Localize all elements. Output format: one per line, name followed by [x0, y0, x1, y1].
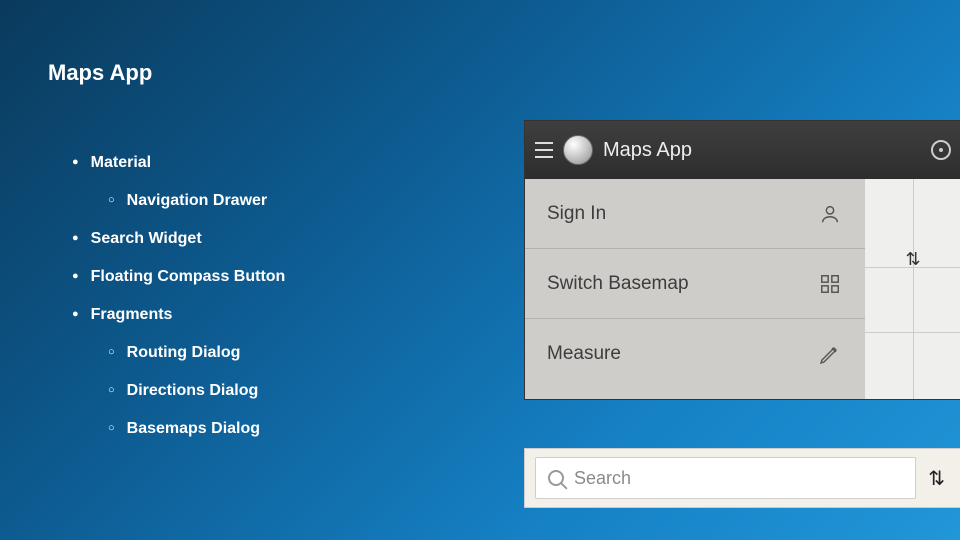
- map-strip: ⇅: [865, 179, 960, 399]
- bullet-routing-dialog: Routing Dialog: [108, 345, 285, 361]
- bullet-nav-drawer: Navigation Drawer: [108, 193, 285, 209]
- nav-drawer-panel: Sign In Switch Basemap Measure: [525, 179, 865, 399]
- drawer-screenshot: Maps App Sign In Switch Basemap: [524, 120, 960, 400]
- bullet-list: Material Navigation Drawer Search Widget…: [72, 155, 285, 459]
- globe-icon: [563, 135, 593, 165]
- bullet-floating-compass: Floating Compass Button: [72, 269, 285, 285]
- search-placeholder: Search: [574, 468, 631, 489]
- drawer-item-label: Measure: [547, 343, 621, 365]
- search-input[interactable]: Search: [535, 457, 916, 499]
- search-icon: [548, 470, 564, 486]
- grid-icon: [817, 271, 843, 297]
- bullet-search-widget: Search Widget: [72, 231, 285, 247]
- app-title: Maps App: [603, 139, 921, 162]
- drawer-item-basemap[interactable]: Switch Basemap: [525, 249, 865, 319]
- compass-icon[interactable]: ⇅: [905, 249, 920, 270]
- pencil-icon: [817, 341, 843, 367]
- bullet-basemaps-dialog: Basemaps Dialog: [108, 421, 285, 437]
- bullet-directions-dialog: Directions Dialog: [108, 383, 285, 399]
- drawer-item-signin[interactable]: Sign In: [525, 179, 865, 249]
- drawer-item-measure[interactable]: Measure: [525, 319, 865, 389]
- app-topbar: Maps App: [525, 121, 960, 179]
- bullet-fragments: Fragments: [72, 307, 285, 323]
- hamburger-icon[interactable]: [535, 142, 553, 158]
- compass-icon[interactable]: ⇅: [928, 466, 951, 491]
- locate-icon[interactable]: [931, 140, 951, 160]
- drawer-item-label: Switch Basemap: [547, 273, 689, 295]
- drawer-item-label: Sign In: [547, 203, 606, 225]
- search-screenshot: Search ⇅: [524, 448, 960, 508]
- slide-title: Maps App: [48, 60, 152, 86]
- person-icon: [817, 201, 843, 227]
- bullet-material: Material: [72, 155, 285, 171]
